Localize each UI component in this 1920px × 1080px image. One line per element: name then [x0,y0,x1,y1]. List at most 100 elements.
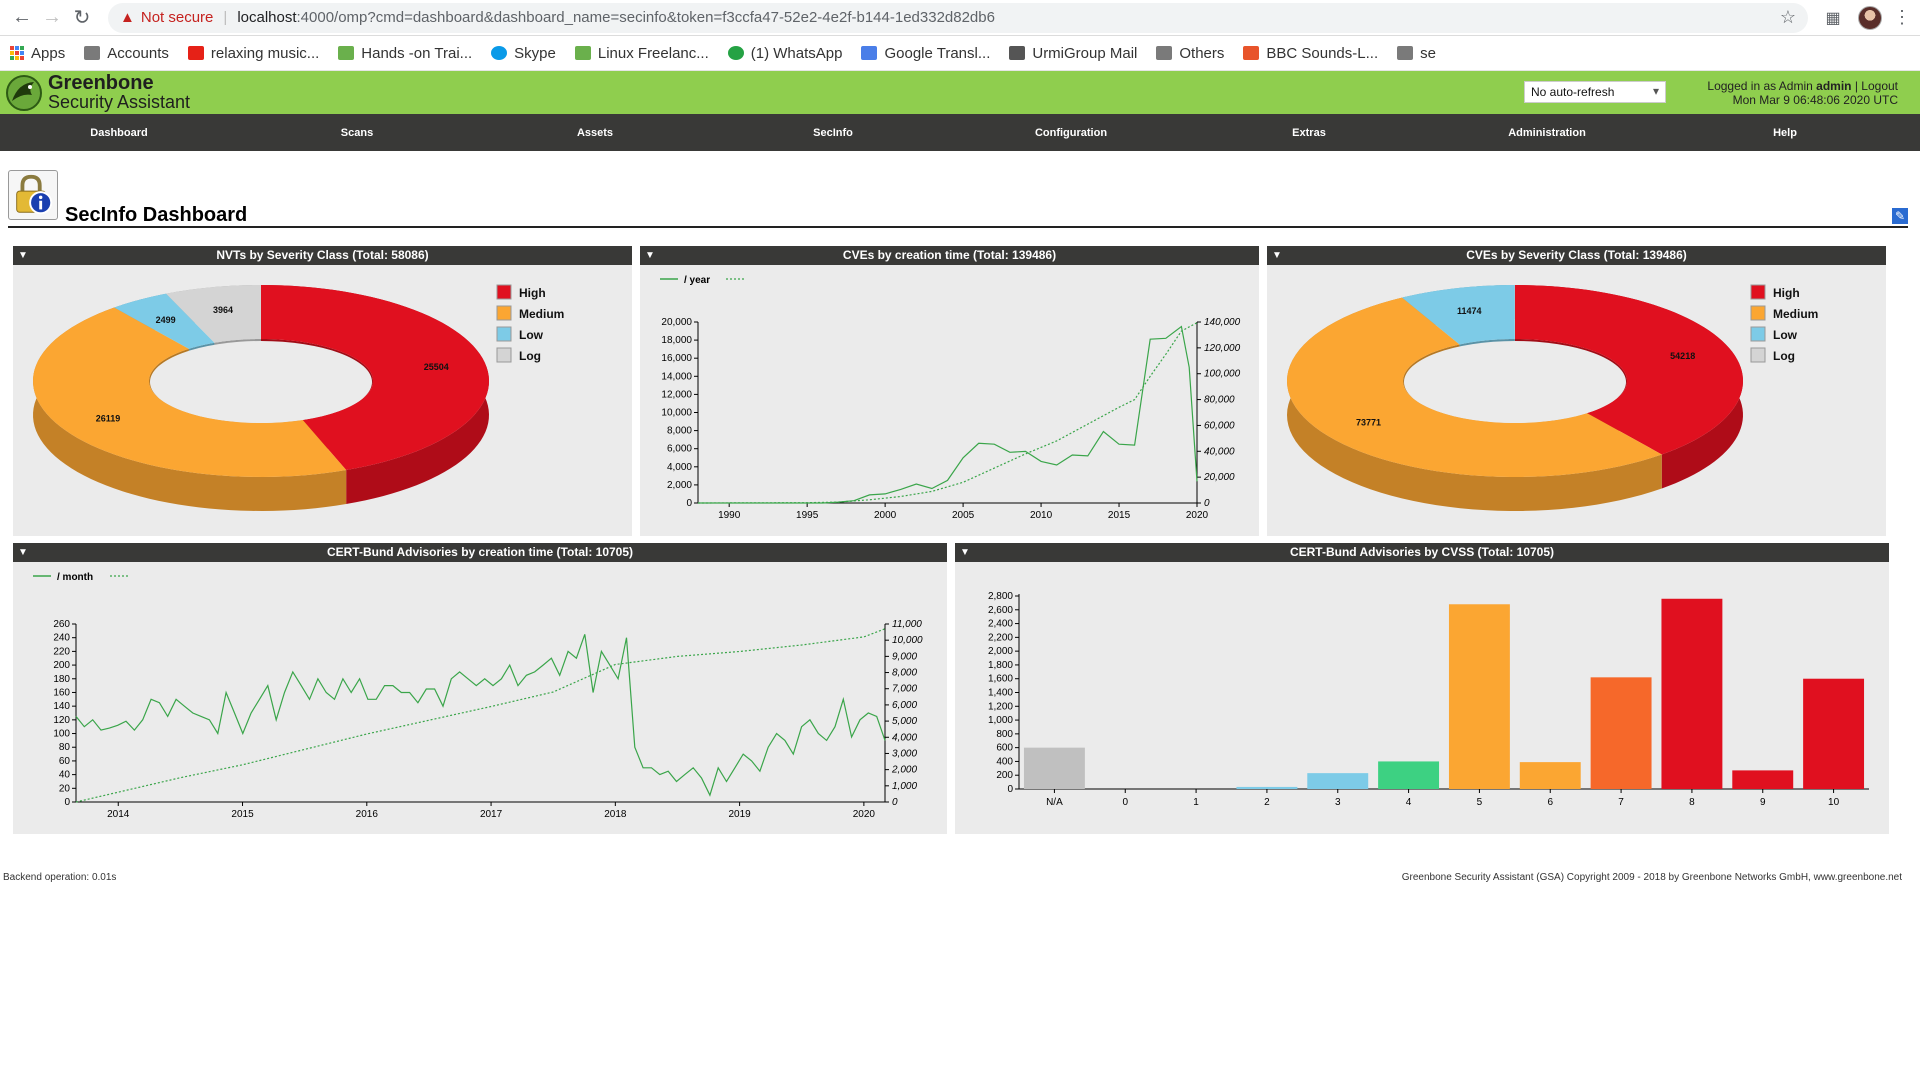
y2-tick-label: 1,000 [892,781,917,792]
collapse-caret-icon[interactable]: ▼ [645,246,655,265]
skype-icon [491,46,508,60]
bar-cvss-7 [1590,677,1652,789]
y2-tick-label: 40,000 [1204,446,1235,457]
legend-swatch-high [1750,284,1766,300]
address-bar[interactable]: ▲ Not secure | localhost:4000/omp?cmd=da… [108,2,1808,33]
y2-tick-label: 7,000 [892,684,917,695]
bookmark-4[interactable]: Skype [491,45,556,62]
folder-icon [1156,46,1173,60]
page-title: SecInfo Dashboard [65,204,248,226]
x-tick-label: 2018 [604,809,627,820]
x-tick-label: N/A [1046,797,1063,808]
translate-icon [861,46,878,60]
panel-cves-time: ▼ CVEs by creation time (Total: 139486) … [640,246,1259,536]
bookmark-5[interactable]: Linux Freelanc... [574,44,709,62]
nav-assets[interactable]: Assets [476,127,714,139]
nav-help[interactable]: Help [1666,127,1904,139]
legend-label: High [519,286,546,300]
y2-tick-label: 9,000 [892,651,917,662]
bookmark-10[interactable]: BBC Sounds-L... [1243,45,1378,62]
nav-scans[interactable]: Scans [238,127,476,139]
y-tick-label: 80 [59,742,71,753]
copyright-text: Greenbone Security Assistant (GSA) Copyr… [1401,872,1902,883]
greenbone-logo-icon[interactable] [4,73,44,113]
y2-tick-label: 5,000 [892,716,917,727]
collapse-caret-icon[interactable]: ▼ [18,543,28,562]
panel-title: CERT-Bund Advisories by CVSS (Total: 107… [1289,545,1555,559]
x-tick-label: 2010 [1030,510,1053,521]
bookmark-8[interactable]: UrmiGroup Mail [1009,45,1137,62]
donut-hole [1404,341,1626,423]
legend-swatch-log [1750,347,1766,363]
server-datetime: Mon Mar 9 06:48:06 2020 UTC [1732,93,1898,107]
back-arrow-icon[interactable]: ← [8,4,36,32]
auto-refresh-select[interactable]: No auto-refresh [1524,81,1666,103]
y-tick-label: 200 [996,770,1013,781]
panel-nvts-severity: ▼ NVTs by Severity Class (Total: 58086) … [13,246,632,536]
bar-cvss-2 [1236,786,1298,789]
x-tick-label: 8 [1689,797,1695,808]
edit-dashboard-icon[interactable]: ✎ [1892,208,1908,224]
x-tick-label: 1 [1193,797,1199,808]
legend-label: Low [519,328,544,342]
bookmark-1[interactable]: Accounts [84,45,169,62]
nav-administration[interactable]: Administration [1428,127,1666,139]
legend-label: / year [684,275,710,286]
bar-cvss-9 [1732,770,1794,789]
bookmark-2[interactable]: relaxing music... [187,45,319,62]
y-tick-label: 8,000 [667,426,692,437]
y-tick-label: 18,000 [661,335,692,346]
forward-arrow-icon[interactable]: → [38,4,66,32]
youtube-icon [187,46,204,60]
bookmark-6[interactable]: (1) WhatsApp [727,44,843,62]
bookmark-0[interactable]: Apps [10,45,65,62]
bookmark-7[interactable]: Google Transl... [861,45,990,62]
x-tick-label: 0 [1122,797,1128,808]
nvts-donut-chart: 25504 26119 2499 3964 High Medium Low Log [33,284,564,511]
bar-cvss-8 [1661,598,1723,789]
profile-avatar[interactable] [1858,5,1882,30]
y-tick-label: 140 [53,701,70,712]
x-tick-label: 10 [1828,797,1840,808]
legend-swatch-high [496,284,512,300]
collapse-caret-icon[interactable]: ▼ [1272,246,1282,265]
x-tick-label: 2016 [356,809,379,820]
y-tick-label: 2,400 [988,619,1013,630]
donut-value-label: 25504 [424,362,449,372]
bookmark-label: (1) WhatsApp [750,44,843,62]
donut-value-label: 26119 [96,413,121,423]
legend-label: / month [57,572,93,583]
bookmark-3[interactable]: Hands -on Trai... [338,45,472,62]
extension-icon[interactable]: ▦ [1820,5,1846,31]
bookmark-11[interactable]: se [1397,45,1436,62]
x-tick-label: 2 [1264,797,1270,808]
folder-icon [84,46,101,60]
logout-link[interactable]: Logout [1861,79,1898,93]
y-tick-label: 100 [53,729,70,740]
whatsapp-icon [727,46,744,60]
x-tick-label: 2015 [231,809,254,820]
bar-cvss-10 [1803,678,1865,789]
menu-kebab-icon[interactable]: ⋮ [1892,7,1912,28]
legend-label: Log [1773,349,1795,363]
collapse-caret-icon[interactable]: ▼ [18,246,28,265]
bookmark-label: Linux Freelanc... [597,44,709,62]
cert-time-line-chart: 0 20 40 60 80 100 120 140 160 180 200 220 240 260 0 1,0… [33,572,923,820]
bookmark-9[interactable]: Others [1156,45,1224,62]
nav-dashboard[interactable]: Dashboard [0,127,238,139]
bookmark-label: BBC Sounds-L... [1266,44,1379,62]
donut-value-label: 11474 [1457,306,1482,316]
nav-configuration[interactable]: Configuration [952,127,1190,139]
nav-extras[interactable]: Extras [1190,127,1428,139]
bookmark-star-icon[interactable]: ☆ [1780,7,1796,28]
panel-title: CVEs by Severity Class (Total: 139486) [1466,248,1687,262]
y-tick-label: 120 [53,715,70,726]
panel-title: NVTs by Severity Class (Total: 58086) [216,248,429,262]
nav-secinfo[interactable]: SecInfo [714,127,952,139]
legend-label: Low [1773,328,1798,342]
reload-icon[interactable]: ↻ [68,4,96,32]
username-link[interactable]: admin [1816,79,1851,93]
apps-grid-icon [10,46,24,60]
collapse-caret-icon[interactable]: ▼ [960,543,970,562]
y-tick-label: 2,000 [988,646,1013,657]
